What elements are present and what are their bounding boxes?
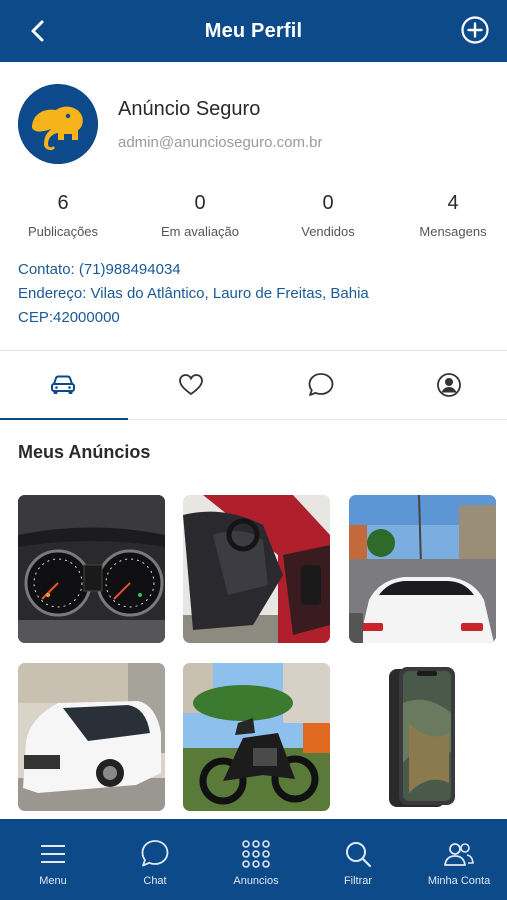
contact-phone[interactable]: Contato: (71)988494034: [18, 258, 369, 282]
add-ad-button[interactable]: [459, 14, 491, 46]
red-car-interior-photo: [183, 495, 330, 643]
ad-card-hatchback[interactable]: [18, 663, 165, 811]
contact-address: Endereço: Vilas do Atlântico, Lauro de F…: [18, 285, 369, 302]
profile-name: Anúncio Seguro: [118, 98, 261, 120]
stat-value: 0: [194, 192, 206, 214]
stat-value: 0: [322, 192, 334, 214]
chat-bubble-icon: [308, 373, 334, 396]
tab-my-ads[interactable]: [0, 351, 128, 420]
stats-row: 6 Publicações 0 Em avaliação 0 Vendidos …: [0, 190, 507, 250]
tab-profile[interactable]: [386, 351, 507, 419]
contact-cep: CEP:42000000: [18, 309, 120, 326]
bottom-nav: Menu Chat Anuncios Filtrar Minha Conta: [0, 819, 507, 900]
stat-value: 4: [447, 192, 459, 214]
nav-filtrar[interactable]: Filtrar: [308, 819, 408, 900]
chevron-left-icon: [31, 20, 44, 42]
back-button[interactable]: [22, 15, 54, 47]
stat-value: 6: [57, 192, 69, 214]
nav-label: Minha Conta: [427, 875, 491, 887]
stat-label: Em avaliação: [160, 224, 240, 239]
plus-circle-icon: [461, 16, 489, 44]
tab-messages[interactable]: [258, 351, 384, 419]
users-icon: [444, 843, 474, 866]
ad-card-motorcycle[interactable]: [183, 663, 330, 811]
grid-dots-icon: [242, 840, 270, 868]
tab-favorites[interactable]: [128, 351, 254, 419]
stat-vendidos[interactable]: 0 Vendidos: [265, 190, 391, 239]
nav-label: Anuncios: [233, 875, 279, 887]
white-hatchback-photo: [18, 663, 165, 811]
user-circle-icon: [437, 373, 461, 397]
contact-info: Contato: (71)988494034 Endereço: Vilas d…: [18, 258, 369, 330]
hamburger-icon: [41, 845, 65, 863]
nav-minha-conta[interactable]: Minha Conta: [409, 819, 507, 900]
ad-card-smartphone[interactable]: [349, 663, 496, 811]
profile-email: admin@anuncioseguro.com.br: [118, 134, 323, 151]
profile-section: Anúncio Seguro admin@anuncioseguro.com.b…: [0, 62, 507, 350]
heart-icon: [179, 374, 203, 396]
section-title: Meus Anúncios: [18, 442, 151, 462]
nav-anuncios[interactable]: Anuncios: [206, 819, 306, 900]
page-title: Meu Perfil: [204, 19, 303, 42]
nav-label: Chat: [143, 875, 167, 887]
stat-publicacoes[interactable]: 6 Publicações: [0, 190, 126, 239]
ad-card-interior[interactable]: [183, 495, 330, 643]
car-icon: [51, 375, 75, 394]
nav-label: Filtrar: [343, 875, 373, 887]
stat-label: Mensagens: [419, 224, 487, 239]
ad-card-dashboard[interactable]: [18, 495, 165, 643]
car-dashboard-photo: [18, 495, 165, 643]
search-icon: [346, 842, 372, 868]
nav-menu[interactable]: Menu: [3, 819, 103, 900]
avatar: [18, 84, 98, 164]
stat-label: Publicações: [27, 224, 99, 239]
white-sedan-street-photo: [349, 495, 496, 643]
stat-label: Vendidos: [301, 224, 355, 239]
app-header: Meu Perfil: [0, 0, 507, 62]
stat-em-avaliacao[interactable]: 0 Em avaliação: [137, 190, 263, 239]
smartphone-photo: [349, 663, 496, 811]
ad-card-sedan[interactable]: [349, 495, 496, 643]
stat-mensagens[interactable]: 4 Mensagens: [390, 190, 507, 239]
nav-chat[interactable]: Chat: [105, 819, 205, 900]
profile-tabs: [0, 350, 507, 420]
motorcycle-photo: [183, 663, 330, 811]
chat-icon: [141, 840, 169, 867]
nav-label: Menu: [39, 875, 67, 887]
elephant-logo: [18, 84, 98, 164]
